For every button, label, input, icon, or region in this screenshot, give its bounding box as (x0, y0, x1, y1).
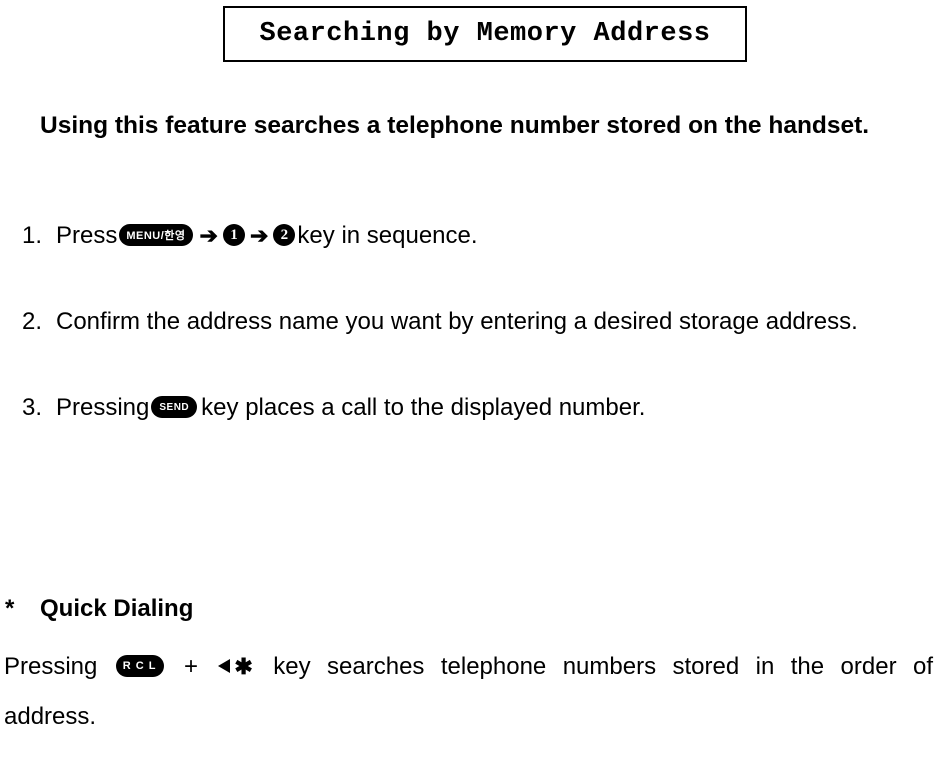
triangle-left-icon (218, 659, 230, 673)
step-body: Press MENU/한영 ➔ 1 ➔ 2 key in sequence. (56, 222, 478, 250)
text-fragment: numbers (563, 642, 656, 692)
text-fragment: Pressing (56, 394, 149, 422)
rcl-key-icon: R C L (116, 655, 164, 677)
text-fragment: in (756, 642, 775, 692)
text-fragment: + (184, 642, 198, 692)
text-fragment: telephone (441, 642, 546, 692)
text-line: Pressing R C L + ✱ key searches telephon… (4, 642, 933, 692)
text-fragment: key places a call to the displayed numbe… (201, 394, 645, 422)
text-fragment: stored (673, 642, 740, 692)
intro-text: Using this feature searches a telephone … (40, 112, 869, 140)
text-fragment: key (273, 642, 310, 692)
nav-left-star-key-icon: ✱ (218, 659, 252, 673)
step-1: 1. Press MENU/한영 ➔ 1 ➔ 2 key in sequence… (6, 222, 478, 250)
text-fragment: Confirm the address name you want by ent… (56, 308, 858, 336)
menu-key-icon: MENU/한영 (119, 224, 192, 246)
text-fragment: the (791, 642, 824, 692)
circled-one-icon: 1 (223, 224, 245, 246)
text-line: address. (4, 692, 934, 742)
text-fragment: Pressing (4, 642, 97, 692)
arrow-icon: ➔ (200, 223, 218, 249)
step-3: 3. Pressing SEND key places a call to th… (6, 394, 645, 422)
step-2: 2. Confirm the address name you want by … (6, 308, 858, 336)
text-fragment: Press (56, 222, 117, 250)
step-number: 1. (6, 222, 56, 250)
text-fragment: of (913, 642, 933, 692)
step-number: 3. (6, 394, 56, 422)
star-icon: ✱ (234, 660, 252, 674)
circled-two-icon: 2 (273, 224, 295, 246)
step-number: 2. (6, 308, 56, 336)
heading-text: Quick Dialing (40, 595, 193, 623)
text-fragment: searches (327, 642, 424, 692)
send-key-icon: SEND (151, 396, 197, 418)
document-page: Searching by Memory Address Using this f… (0, 0, 940, 763)
step-body: Confirm the address name you want by ent… (56, 308, 858, 336)
quick-dialing-heading: * Quick Dialing (5, 595, 193, 623)
arrow-icon: ➔ (250, 223, 268, 249)
text-fragment: key in sequence. (297, 222, 477, 250)
quick-dialing-body: Pressing R C L + ✱ key searches telephon… (4, 642, 934, 742)
step-body: Pressing SEND key places a call to the d… (56, 394, 645, 422)
title-box: Searching by Memory Address (223, 6, 747, 62)
asterisk-icon: * (5, 595, 40, 623)
text-fragment: order (841, 642, 897, 692)
page-title: Searching by Memory Address (260, 19, 711, 49)
